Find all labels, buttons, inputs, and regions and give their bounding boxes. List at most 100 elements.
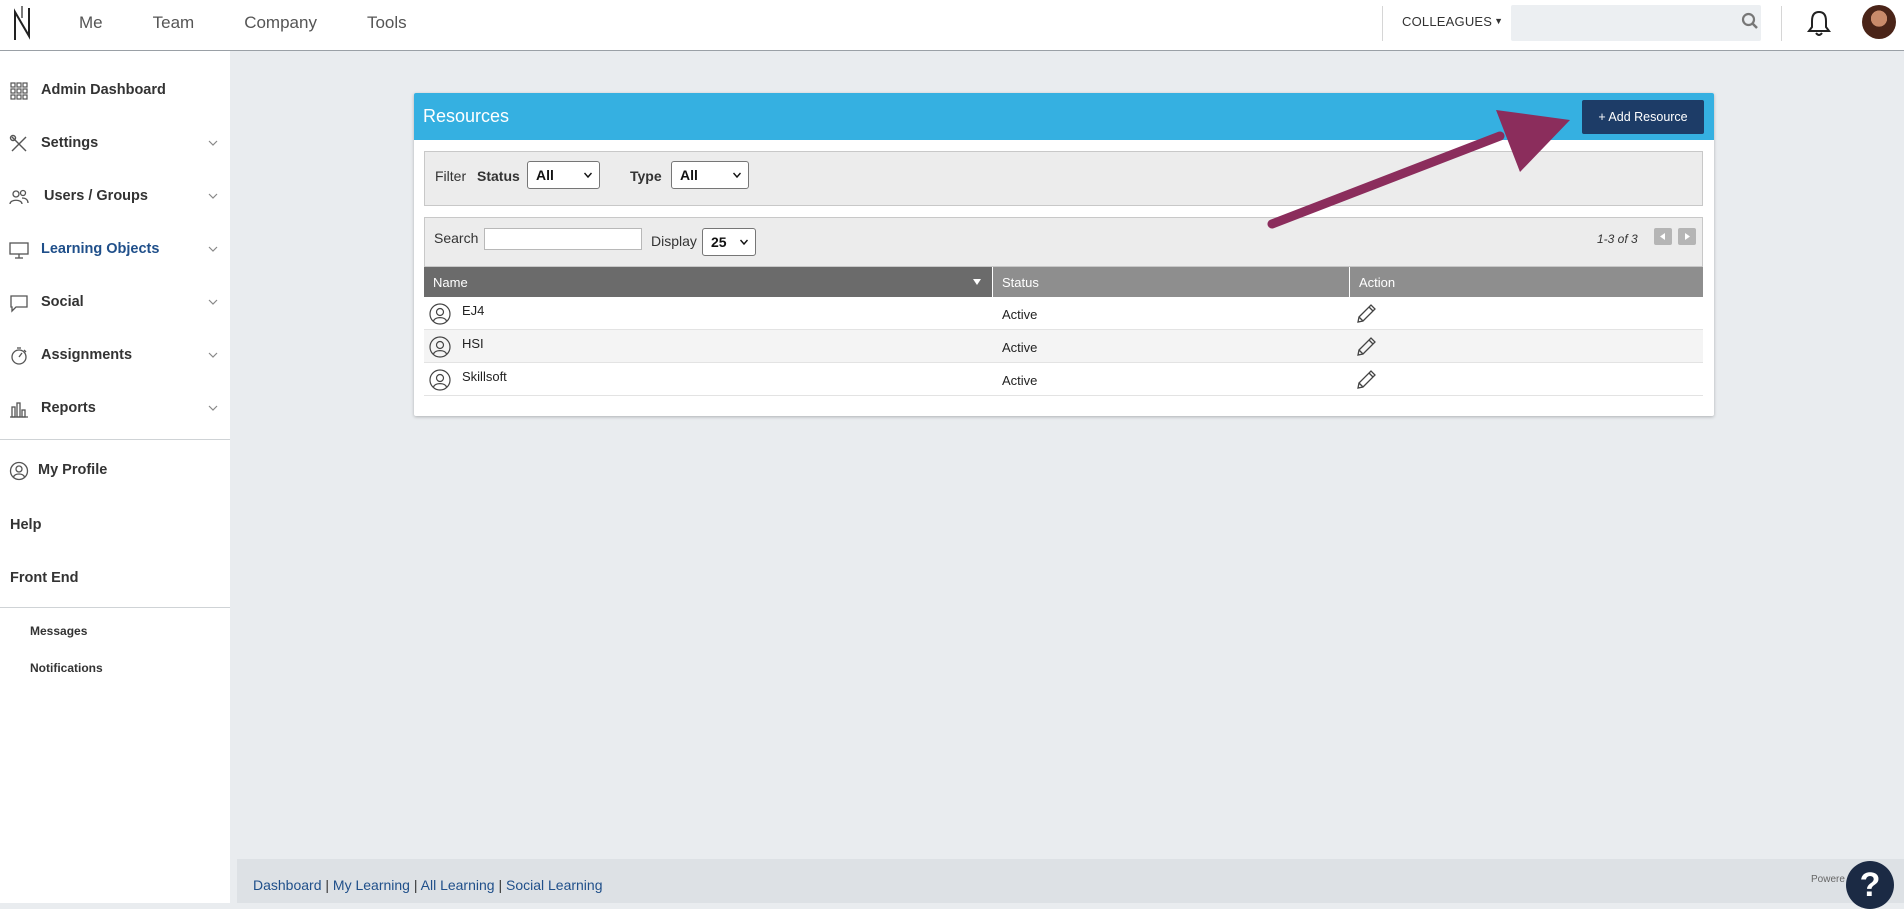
status-filter-select[interactable]: All xyxy=(527,161,600,189)
footer: Dashboard | My Learning | All Learning |… xyxy=(237,859,1904,903)
resource-name: EJ4 xyxy=(462,303,485,318)
column-header-label: Action xyxy=(1359,275,1396,290)
chevron-down-icon xyxy=(733,172,741,179)
user-circle-icon xyxy=(9,461,29,481)
chevron-down-icon xyxy=(740,239,748,246)
sidebar-item-label: Social xyxy=(41,294,84,310)
topnav-team[interactable]: Team xyxy=(153,13,195,33)
sidebar-item-learning-objects[interactable]: Learning Objects xyxy=(0,232,230,268)
pencil-icon[interactable] xyxy=(1354,368,1378,392)
divider xyxy=(1781,6,1782,41)
sidebar-item-users-groups[interactable]: Users / Groups xyxy=(0,179,230,215)
sidebar-item-label: Admin Dashboard xyxy=(41,82,166,98)
pagination-info: 1-3 of 3 xyxy=(1597,232,1638,246)
type-filter-value: All xyxy=(680,167,698,183)
chevron-down-icon xyxy=(208,299,218,305)
divider xyxy=(0,439,230,440)
bar-chart-icon xyxy=(10,402,28,418)
sidebar-item-social[interactable]: Social xyxy=(0,285,230,321)
type-filter-select[interactable]: All xyxy=(671,161,749,189)
table-header: Name Status Action xyxy=(424,267,1703,297)
footer-link-my-learning[interactable]: My Learning xyxy=(333,877,410,893)
footer-links: Dashboard | My Learning | All Learning |… xyxy=(253,877,603,893)
sidebar-item-label: Users / Groups xyxy=(44,188,148,204)
status-filter-value: All xyxy=(536,167,554,183)
footer-link-all-learning[interactable]: All Learning xyxy=(421,877,495,893)
sidebar-item-settings[interactable]: Settings xyxy=(0,126,230,162)
divider xyxy=(1382,6,1383,41)
add-resource-button[interactable]: + Add Resource xyxy=(1582,100,1704,134)
powered-by-label: Powere xyxy=(1811,874,1845,885)
logo-icon[interactable] xyxy=(12,4,32,44)
sidebar-item-label: Learning Objects xyxy=(41,241,160,257)
colleagues-dropdown[interactable]: COLLEAGUES ▼ xyxy=(1402,14,1503,29)
sidebar-item-admin-dashboard[interactable]: Admin Dashboard xyxy=(0,73,230,109)
filter-label: Filter xyxy=(435,168,467,184)
column-header-action: Action xyxy=(1349,267,1703,297)
help-button[interactable]: ? xyxy=(1846,861,1894,909)
avatar[interactable] xyxy=(1862,5,1896,39)
topnav-me[interactable]: Me xyxy=(79,13,103,33)
user-circle-icon xyxy=(429,303,451,325)
resource-status: Active xyxy=(1002,373,1038,388)
global-search-input[interactable] xyxy=(1511,5,1761,41)
column-header-label: Status xyxy=(1002,275,1039,290)
user-circle-icon xyxy=(429,336,451,358)
sidebar-item-help[interactable]: Help xyxy=(10,517,41,533)
chevron-down-icon xyxy=(208,405,218,411)
sort-desc-icon xyxy=(973,279,981,285)
colleagues-label: COLLEAGUES xyxy=(1402,14,1493,29)
sidebar-item-assignments[interactable]: Assignments xyxy=(0,338,230,374)
column-header-name[interactable]: Name xyxy=(424,267,992,297)
chevron-down-icon xyxy=(208,193,218,199)
type-filter-label: Type xyxy=(630,168,662,184)
user-circle-icon xyxy=(429,369,451,391)
sidebar-item-label: Settings xyxy=(41,135,99,151)
footer-link-social-learning[interactable]: Social Learning xyxy=(506,877,603,893)
column-header-status[interactable]: Status xyxy=(992,267,1349,297)
footer-link-dashboard[interactable]: Dashboard xyxy=(253,877,322,893)
topnav-company[interactable]: Company xyxy=(244,13,317,33)
annotation-arrow xyxy=(1267,110,1570,229)
arrow-left-icon xyxy=(1660,233,1665,240)
resource-status: Active xyxy=(1002,307,1038,322)
table-search-input[interactable] xyxy=(484,228,642,250)
sidebar-item-label: Assignments xyxy=(41,347,133,363)
arrow-right-icon xyxy=(1685,233,1690,240)
search-label: Search xyxy=(434,230,479,246)
pencil-icon[interactable] xyxy=(1354,302,1378,326)
sidebar-item-messages[interactable]: Messages xyxy=(30,624,87,638)
topnav-tools[interactable]: Tools xyxy=(367,13,407,33)
resource-name: HSI xyxy=(462,336,484,351)
tools-icon xyxy=(9,134,27,152)
top-bar: Me Team Company Tools COLLEAGUES ▼ xyxy=(0,0,1904,51)
page-title: Resources xyxy=(423,106,510,126)
scrollbar[interactable] xyxy=(1891,51,1904,859)
search-icon[interactable] xyxy=(1741,12,1759,30)
table-row[interactable]: EJ4 Active xyxy=(424,297,1703,330)
next-page-button[interactable] xyxy=(1678,228,1696,245)
display-count-value: 25 xyxy=(711,234,727,250)
grid-icon xyxy=(10,82,28,100)
chevron-down-icon xyxy=(208,352,218,358)
pencil-icon[interactable] xyxy=(1354,335,1378,359)
prev-page-button[interactable] xyxy=(1654,228,1672,245)
sidebar: Admin Dashboard Settings Users / Groups … xyxy=(0,51,230,903)
status-filter-label: Status xyxy=(477,168,520,184)
divider xyxy=(0,607,230,608)
table-row[interactable]: Skillsoft Active xyxy=(424,363,1703,396)
resource-status: Active xyxy=(1002,340,1038,355)
table-row[interactable]: HSI Active xyxy=(424,330,1703,363)
sidebar-item-notifications[interactable]: Notifications xyxy=(30,661,103,675)
sidebar-item-reports[interactable]: Reports xyxy=(0,391,230,427)
users-icon xyxy=(9,189,29,205)
top-nav: Me Team Company Tools xyxy=(79,0,457,46)
sidebar-item-label: My Profile xyxy=(38,462,108,478)
bell-icon[interactable] xyxy=(1806,9,1832,37)
chevron-down-icon xyxy=(208,140,218,146)
sidebar-item-my-profile[interactable]: My Profile xyxy=(0,453,230,489)
caret-down-icon: ▼ xyxy=(1494,16,1504,26)
sidebar-item-front-end[interactable]: Front End xyxy=(10,570,78,586)
sidebar-item-label: Reports xyxy=(41,400,96,416)
display-count-select[interactable]: 25 xyxy=(702,228,756,256)
